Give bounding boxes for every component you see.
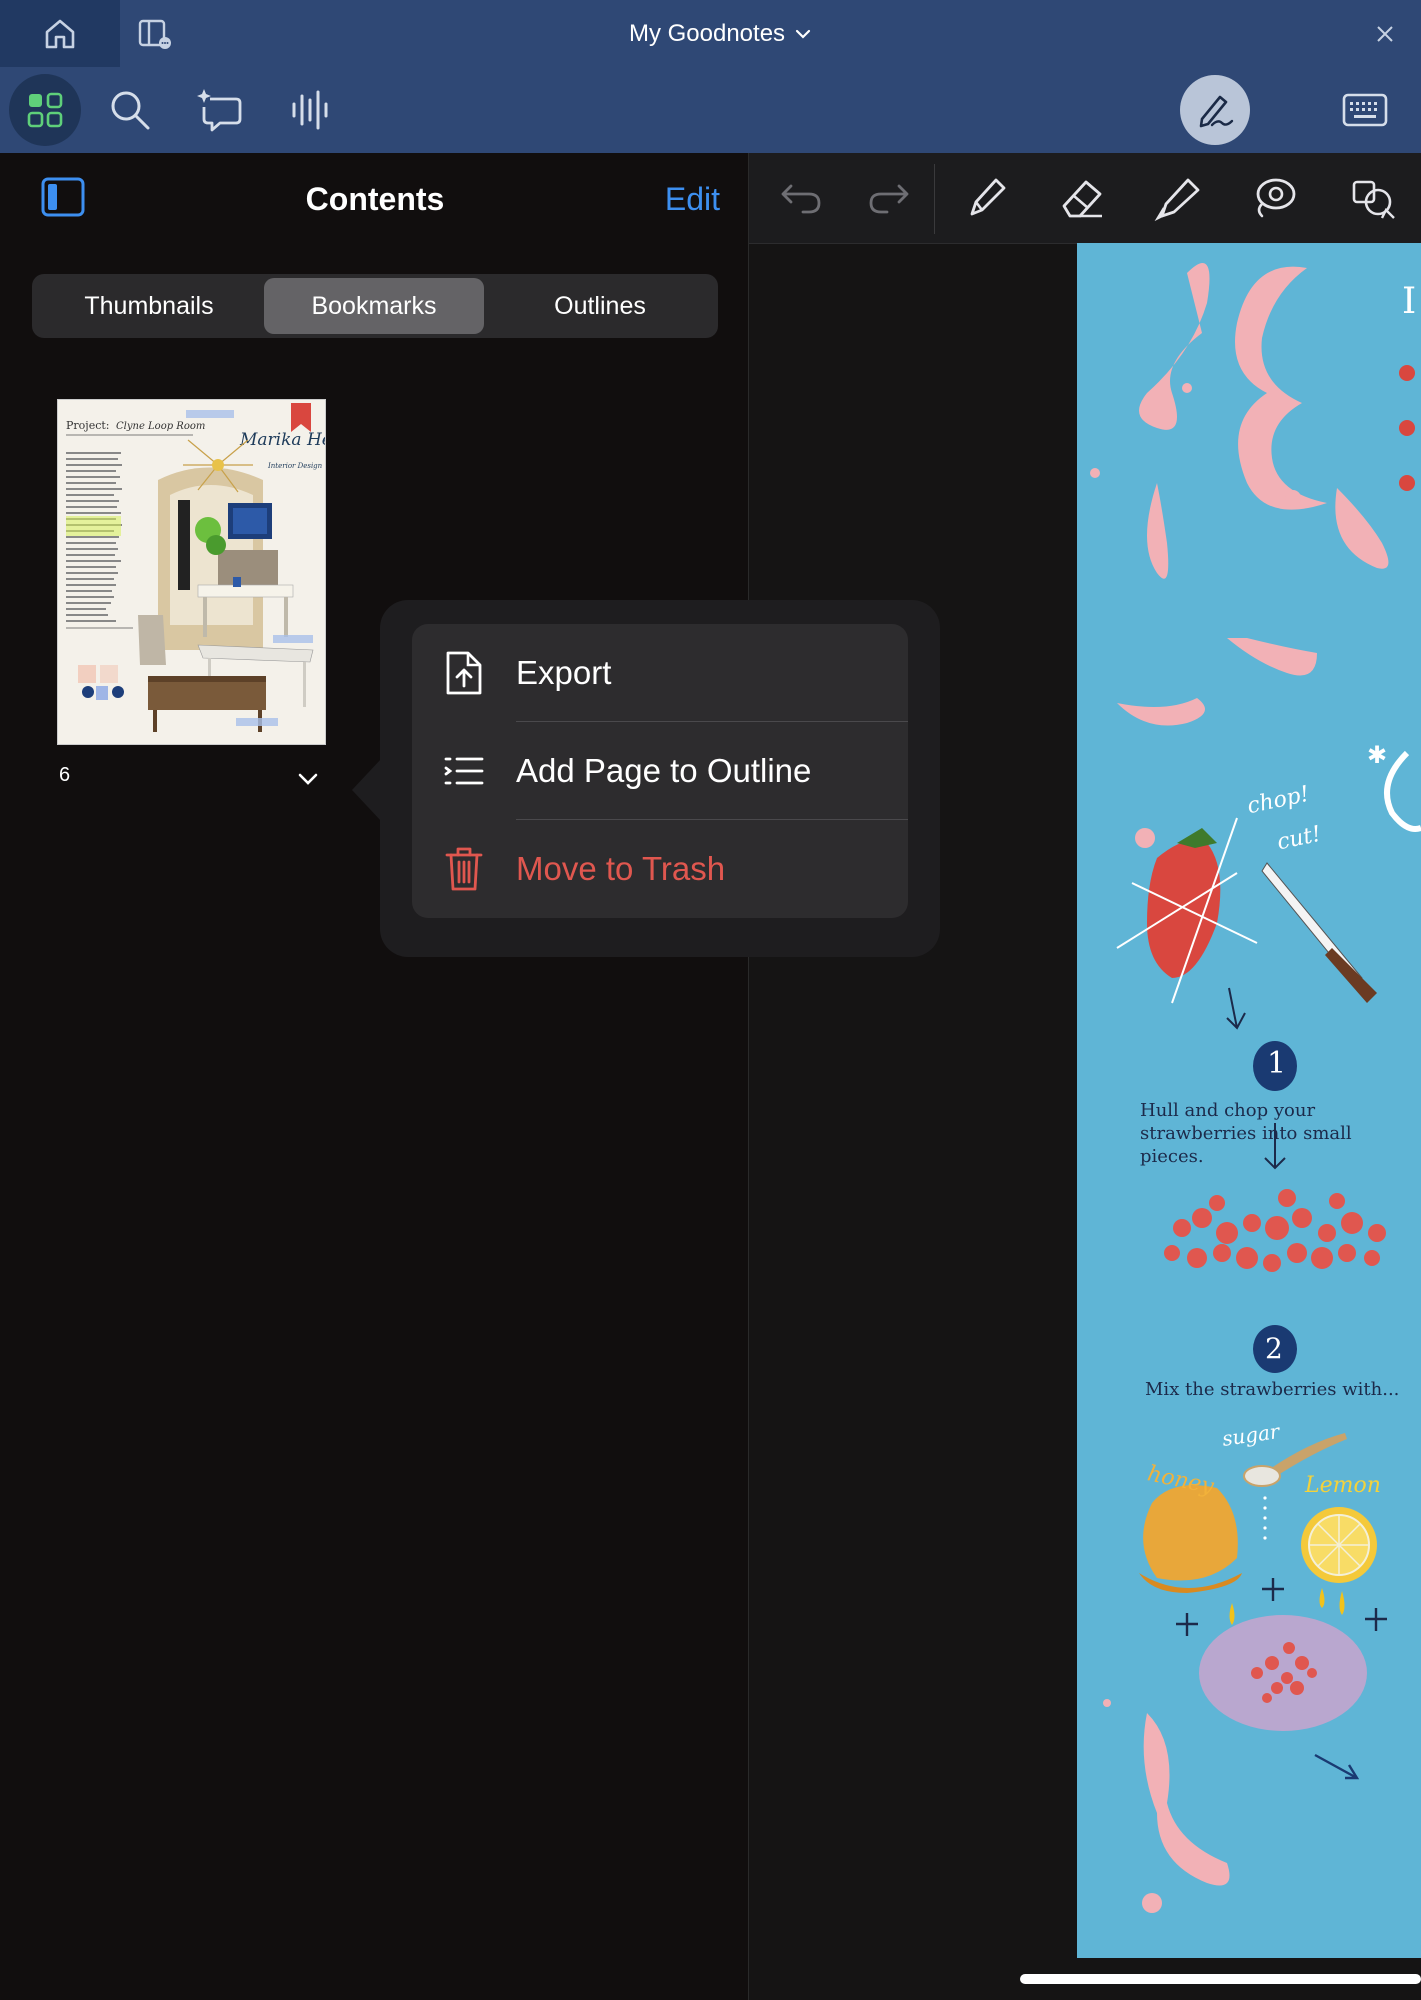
sidebar-toggle-button[interactable] bbox=[38, 172, 88, 222]
eraser-tool-button[interactable] bbox=[1054, 170, 1110, 226]
step-2-text: Mix the strawberries with... bbox=[1145, 1379, 1400, 1400]
sidebar-icon bbox=[41, 177, 85, 217]
tab-outlines[interactable]: Outlines bbox=[488, 278, 712, 334]
lasso-tool-button[interactable] bbox=[1246, 170, 1302, 226]
chevron-down-icon bbox=[298, 773, 318, 785]
svg-text:I: I bbox=[1402, 281, 1416, 322]
segmented-control: Thumbnails Bookmarks Outlines bbox=[32, 274, 718, 338]
document-title: My Goodnotes bbox=[628, 19, 786, 47]
panel-icon bbox=[138, 19, 171, 49]
keyboard-button[interactable] bbox=[1335, 82, 1395, 138]
tab-bookmarks[interactable]: Bookmarks bbox=[264, 278, 484, 334]
audio-waveform-icon bbox=[292, 90, 328, 130]
bookmarked-page-thumbnail[interactable]: Project: Clyne Loop Room Marika Hermine … bbox=[57, 399, 326, 745]
highlighter-tool-button[interactable] bbox=[1150, 170, 1206, 226]
eraser-icon bbox=[1062, 180, 1102, 218]
keyboard-icon bbox=[1342, 93, 1388, 127]
search-icon bbox=[111, 91, 150, 130]
step-1-number: 1 bbox=[1267, 1046, 1287, 1081]
tab-thumbnails[interactable]: Thumbnails bbox=[38, 278, 260, 334]
outline-list-icon bbox=[412, 756, 516, 786]
chevron-down-icon bbox=[795, 29, 811, 39]
thumb-designer: Marika Hermine bbox=[239, 430, 325, 450]
edit-button[interactable]: Edit bbox=[640, 176, 720, 222]
redo-button[interactable] bbox=[861, 170, 917, 226]
grid-icon bbox=[27, 92, 63, 128]
thumb-designer-sub: Interior Design bbox=[267, 462, 323, 470]
menu-item-export[interactable]: Export bbox=[412, 624, 908, 722]
menu-item-export-label: Export bbox=[516, 654, 612, 691]
home-indicator[interactable] bbox=[1020, 1974, 1421, 1984]
menu-item-move-to-trash[interactable]: Move to Trash bbox=[412, 820, 908, 918]
audio-recording-button[interactable] bbox=[280, 82, 340, 138]
svg-text:✱: ✱ bbox=[1367, 742, 1387, 769]
toolbar-divider bbox=[934, 164, 935, 234]
recipe-page[interactable]: I ✱ chop! cut! 1 Hull and chop your stra… bbox=[1077, 243, 1421, 1958]
page-options-button[interactable] bbox=[296, 764, 320, 794]
undo-button[interactable] bbox=[773, 170, 829, 226]
thumb-project-label: Project: bbox=[66, 419, 110, 432]
shapes-icon bbox=[1352, 180, 1395, 219]
document-title-menu[interactable]: My Goodnotes bbox=[560, 0, 880, 67]
page-options-menu: Export Add Page to Outline Move to Trash bbox=[412, 624, 908, 918]
close-button[interactable] bbox=[1365, 16, 1405, 52]
home-tab[interactable] bbox=[0, 0, 120, 67]
menu-item-add-to-outline-label: Add Page to Outline bbox=[516, 752, 812, 789]
pen-mode-icon bbox=[1199, 95, 1234, 128]
grid-view-button[interactable] bbox=[9, 74, 81, 146]
step-1-text: Hull and chop your strawberries into sma… bbox=[1140, 1100, 1352, 1167]
popover-arrow bbox=[352, 758, 382, 822]
house-icon bbox=[45, 19, 75, 48]
pen-tool-button[interactable] bbox=[958, 170, 1014, 226]
ai-sparkle-icon bbox=[197, 89, 242, 132]
close-icon bbox=[1377, 26, 1393, 42]
page-number: 6 bbox=[59, 764, 71, 786]
pen-mode-button[interactable] bbox=[1180, 75, 1250, 145]
shapes-tool-button[interactable] bbox=[1344, 170, 1400, 226]
export-document-icon bbox=[412, 650, 516, 696]
page-thumbnail-image: Project: Clyne Loop Room Marika Hermine … bbox=[58, 400, 325, 744]
search-button[interactable] bbox=[100, 82, 160, 138]
trash-icon bbox=[412, 846, 516, 892]
undo-icon bbox=[781, 184, 821, 214]
sidebar-title: Contents bbox=[305, 181, 445, 217]
thumb-project-name: Clyne Loop Room bbox=[116, 421, 205, 432]
ai-assistant-button[interactable] bbox=[190, 82, 250, 138]
lemon-label: Lemon bbox=[1305, 1473, 1381, 1498]
document-tab[interactable] bbox=[120, 0, 190, 67]
redo-icon bbox=[869, 184, 909, 214]
menu-item-add-to-outline[interactable]: Add Page to Outline bbox=[412, 722, 908, 820]
highlighter-icon bbox=[1154, 178, 1200, 222]
pen-icon bbox=[970, 178, 1006, 216]
menu-item-move-to-trash-label: Move to Trash bbox=[516, 850, 726, 887]
step-2-number: 2 bbox=[1265, 1332, 1283, 1365]
lasso-icon bbox=[1256, 178, 1296, 218]
